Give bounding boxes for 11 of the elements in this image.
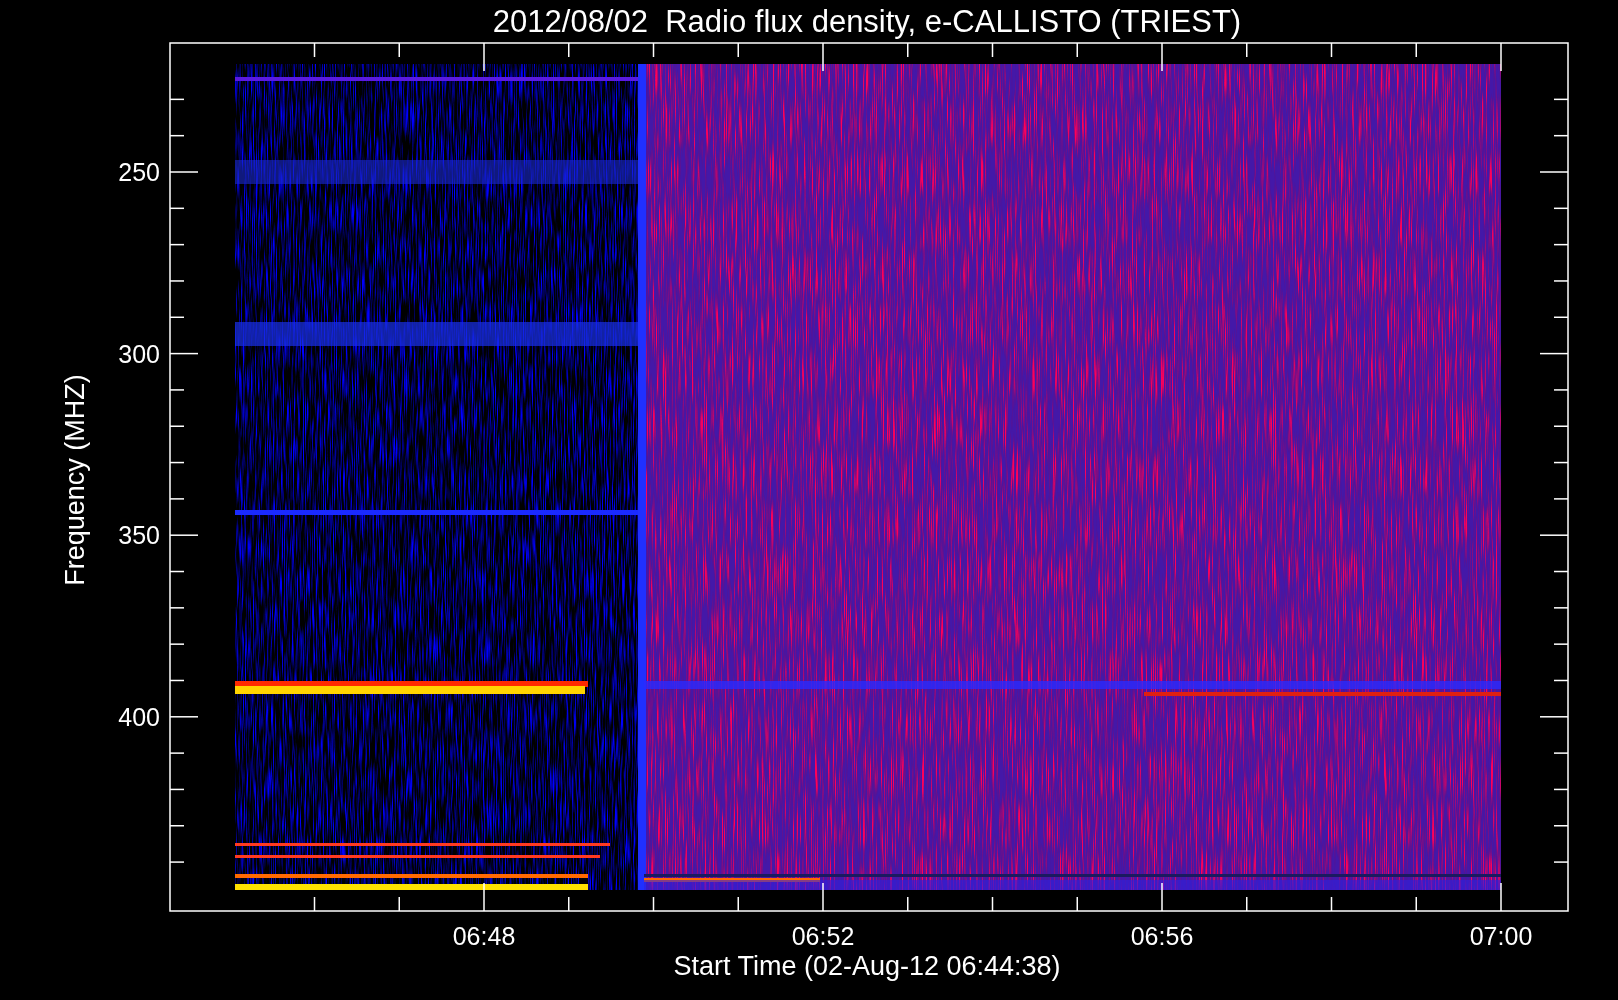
y-tick-label: 400 <box>118 702 160 731</box>
y-axis-label: Frequency (MHZ) <box>60 374 90 586</box>
x-tick-label: 06:48 <box>452 922 516 950</box>
chart-title: 2012/08/02 Radio flux density, e-CALLISTO (TRIEST) <box>492 4 1242 39</box>
x-tick-label: 07:00 <box>1469 922 1533 950</box>
y-tick-label: 250 <box>118 158 160 186</box>
y-tick-label: 350 <box>118 521 160 550</box>
x-tick-label: 06:52 <box>791 922 855 950</box>
x-axis-label: Start Time (02-Aug-12 06:44:38) <box>673 951 1061 981</box>
x-tick-label: 06:56 <box>1130 922 1194 950</box>
y-tick-label: 300 <box>118 339 160 368</box>
